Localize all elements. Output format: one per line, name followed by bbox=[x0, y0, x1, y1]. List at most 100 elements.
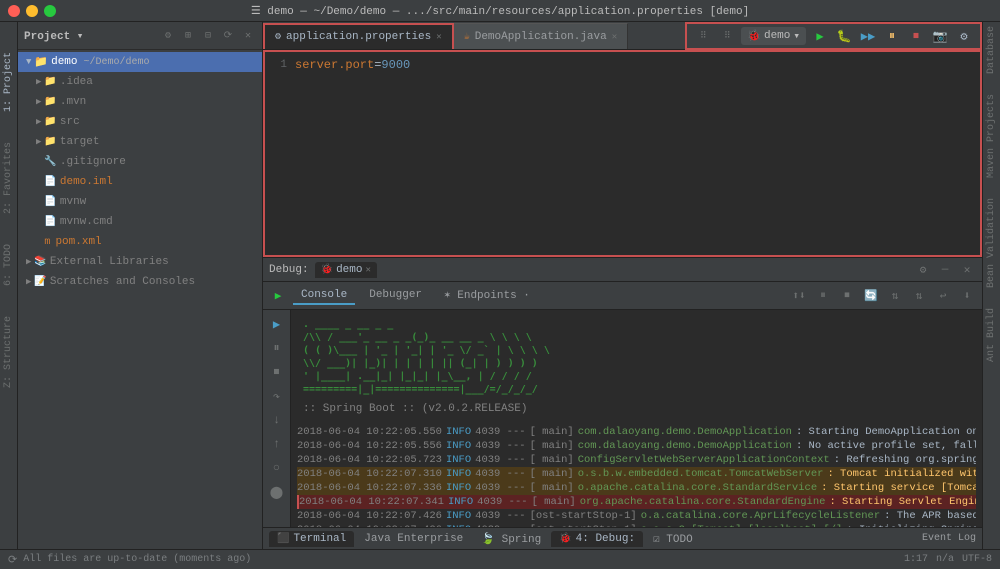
run-config-icon: 🐞 bbox=[747, 29, 761, 43]
status-message: All files are up-to-date (moments ago) bbox=[23, 554, 251, 565]
tab-close-java[interactable]: ✕ bbox=[612, 32, 617, 42]
tab-endpoints[interactable]: ✶ Endpoints · bbox=[436, 286, 538, 306]
tree-demo-iml[interactable]: ▶ 📄 demo.iml bbox=[18, 172, 262, 192]
tree-pom[interactable]: ▶ m pom.xml bbox=[18, 232, 262, 252]
log-line-3: 2018-06-04 10:22:07.310 INFO 4039 --- [ … bbox=[297, 467, 976, 481]
spring-ascii-line6: =========|_|==============|___/=/_/_/_/ bbox=[303, 383, 970, 396]
snapshot-button[interactable]: 📷 bbox=[930, 26, 950, 46]
spring-tagline: :: Spring Boot :: (v2.0.2.RELEASE) bbox=[297, 400, 976, 419]
tree-idea[interactable]: ▶ 📁 .idea bbox=[18, 72, 262, 92]
debug-mute-bp[interactable]: ○ bbox=[267, 458, 287, 478]
status-sync-icon: ⟳ bbox=[8, 553, 17, 567]
debug-stop-btn[interactable]: ⏹ bbox=[267, 362, 287, 382]
debug-view-bp[interactable]: ⬤ bbox=[267, 482, 287, 502]
java-enterprise-label: Java Enterprise bbox=[364, 533, 463, 545]
tab-ant-build[interactable]: Ant Build bbox=[986, 308, 997, 362]
log-line-6: 2018-06-04 10:22:07.426 INFO 4039 --- [o… bbox=[297, 509, 976, 523]
java-enterprise-tab[interactable]: Java Enterprise bbox=[356, 531, 471, 547]
status-lf[interactable]: n/a bbox=[936, 554, 954, 565]
run-config-selector[interactable]: 🐞 demo ▾ bbox=[741, 27, 806, 45]
debug-settings-icon[interactable]: ⚙ bbox=[914, 261, 932, 279]
settings-run-button[interactable]: ⚙ bbox=[954, 26, 974, 46]
run-button[interactable]: ▶ bbox=[810, 26, 830, 46]
sync-icon[interactable]: ⟳ bbox=[220, 28, 236, 44]
run-toolbar: ⠿ ⠿ 🐞 demo ▾ ▶ 🐛 ▶▶ ⏸ ⏹ 📷 ⚙ bbox=[685, 22, 982, 50]
tab-close-properties[interactable]: ✕ bbox=[436, 32, 441, 42]
debug-bug-icon: 🐞 bbox=[321, 264, 333, 276]
tree-src[interactable]: ▶ 📁 src bbox=[18, 112, 262, 132]
run-config-arrow: ▾ bbox=[793, 29, 800, 43]
project-title: Project ▾ bbox=[24, 29, 156, 43]
collapse-icon[interactable]: ⊟ bbox=[200, 28, 216, 44]
pause-button[interactable]: ⏸ bbox=[882, 26, 902, 46]
status-bar: ⟳ All files are up-to-date (moments ago)… bbox=[0, 549, 1000, 569]
console-output[interactable]: . ____ _ __ _ _ /\\ / ___'_ __ _ _(_)_ _… bbox=[291, 310, 982, 527]
console-tool-2[interactable]: ⏸ bbox=[814, 287, 832, 305]
tab-debugger[interactable]: Debugger bbox=[361, 287, 430, 305]
project-header: Project ▾ ⚙ ⊞ ⊟ ⟳ ✕ bbox=[18, 22, 262, 50]
tab-structure[interactable]: 6: TODO bbox=[3, 244, 14, 286]
toolbar-sep-icon2: ⠿ bbox=[717, 26, 737, 46]
run-with-coverage-button[interactable]: ▶▶ bbox=[858, 26, 878, 46]
event-log-link[interactable]: Event Log bbox=[922, 533, 976, 544]
console-scroll-icon[interactable]: ⬇ bbox=[958, 287, 976, 305]
tree-root[interactable]: ▼ 📁 demo ~/Demo/demo bbox=[18, 52, 262, 72]
status-position[interactable]: 1:17 bbox=[904, 554, 928, 565]
tree-target[interactable]: ▶ 📁 target bbox=[18, 132, 262, 152]
tree-mvnw-cmd[interactable]: ▶ 📄 mvnw.cmd bbox=[18, 212, 262, 232]
close-panel-icon[interactable]: ✕ bbox=[240, 28, 256, 44]
tab-demo-application[interactable]: ☕ DemoApplication.java ✕ bbox=[454, 23, 628, 49]
bottom-tabs-bar: ⬛ Terminal Java Enterprise 🍃 Spring 🐞 4:… bbox=[263, 527, 982, 549]
log-line-5: 2018-06-04 10:22:07.341 INFO 4039 --- [ … bbox=[297, 495, 976, 509]
tab-application-properties[interactable]: ⚙ application.properties ✕ bbox=[263, 23, 454, 49]
debug-step-over[interactable]: ↷ bbox=[267, 386, 287, 406]
status-encoding[interactable]: UTF-8 bbox=[962, 554, 992, 565]
console-wrap-icon[interactable]: ↩ bbox=[934, 287, 952, 305]
todo-tab[interactable]: ☑ TODO bbox=[645, 530, 701, 548]
spring-label: 🍃 Spring bbox=[481, 532, 541, 546]
editor-area[interactable]: 1 server.port=9000 bbox=[263, 50, 982, 257]
console-tool-3[interactable]: ⏹ bbox=[838, 287, 856, 305]
tab-console[interactable]: Console bbox=[293, 287, 355, 305]
traffic-lights bbox=[8, 5, 56, 17]
tab-z-structure[interactable]: Z: Structure bbox=[3, 316, 14, 388]
tab-maven[interactable]: Maven Projects bbox=[986, 94, 997, 178]
tree-external-libraries[interactable]: ▶ 📚 External Libraries bbox=[18, 252, 262, 272]
debug-config-tab[interactable]: 🐞 demo ✕ bbox=[315, 262, 377, 278]
debug-step-into[interactable]: ↓ bbox=[267, 410, 287, 430]
debug-close-icon[interactable]: ✕ bbox=[958, 261, 976, 279]
run-config-name: demo bbox=[764, 30, 790, 42]
settings-icon[interactable]: ⚙ bbox=[160, 28, 176, 44]
console-tool-5[interactable]: ⇅ bbox=[886, 287, 904, 305]
stop-button[interactable]: ⏹ bbox=[906, 26, 926, 46]
toolbar-sep-icon: ⠿ bbox=[693, 26, 713, 46]
tab-favorites[interactable]: 2: Favorites bbox=[3, 142, 14, 214]
debug-resume-icon[interactable]: ▶ bbox=[267, 314, 287, 334]
debug-step-out[interactable]: ↑ bbox=[267, 434, 287, 454]
left-vertical-tabs: 1: Project 2: Favorites 6: TODO Z: Struc… bbox=[0, 22, 18, 549]
tree-mvn[interactable]: ▶ 📁 .mvn bbox=[18, 92, 262, 112]
spring-tab[interactable]: 🍃 Spring bbox=[473, 530, 549, 548]
tab-project[interactable]: 1: Project bbox=[3, 52, 14, 112]
properties-tab-icon: ⚙ bbox=[275, 31, 281, 43]
debug-bottom-tab[interactable]: 🐞 4: Debug: bbox=[551, 531, 643, 547]
console-tool-4[interactable]: 🔄 bbox=[862, 287, 880, 305]
terminal-tab[interactable]: ⬛ Terminal bbox=[269, 531, 354, 547]
maximize-button[interactable] bbox=[44, 5, 56, 17]
debug-pause-btn[interactable]: ⏸ bbox=[267, 338, 287, 358]
debug-tab-close[interactable]: ✕ bbox=[365, 265, 370, 275]
tree-mvnw[interactable]: ▶ 📄 mvnw bbox=[18, 192, 262, 212]
expand-icon[interactable]: ⊞ bbox=[180, 28, 196, 44]
tree-gitignore[interactable]: ▶ 🔧 .gitignore bbox=[18, 152, 262, 172]
console-tool-6[interactable]: ⇅ bbox=[910, 287, 928, 305]
console-tool-1[interactable]: ⬆⬇ bbox=[790, 287, 808, 305]
spring-ascii-line1: . ____ _ __ _ _ bbox=[303, 318, 970, 331]
minimize-button[interactable] bbox=[26, 5, 38, 17]
close-button[interactable] bbox=[8, 5, 20, 17]
debug-minimize-icon[interactable]: — bbox=[936, 261, 954, 279]
console-run-icon[interactable]: ▶ bbox=[269, 287, 287, 305]
debug-button[interactable]: 🐛 bbox=[834, 26, 854, 46]
tab-database[interactable]: Database bbox=[986, 26, 997, 74]
tab-bean-validation[interactable]: Bean Validation bbox=[986, 198, 997, 288]
tree-scratches[interactable]: ▶ 📝 Scratches and Consoles bbox=[18, 272, 262, 292]
